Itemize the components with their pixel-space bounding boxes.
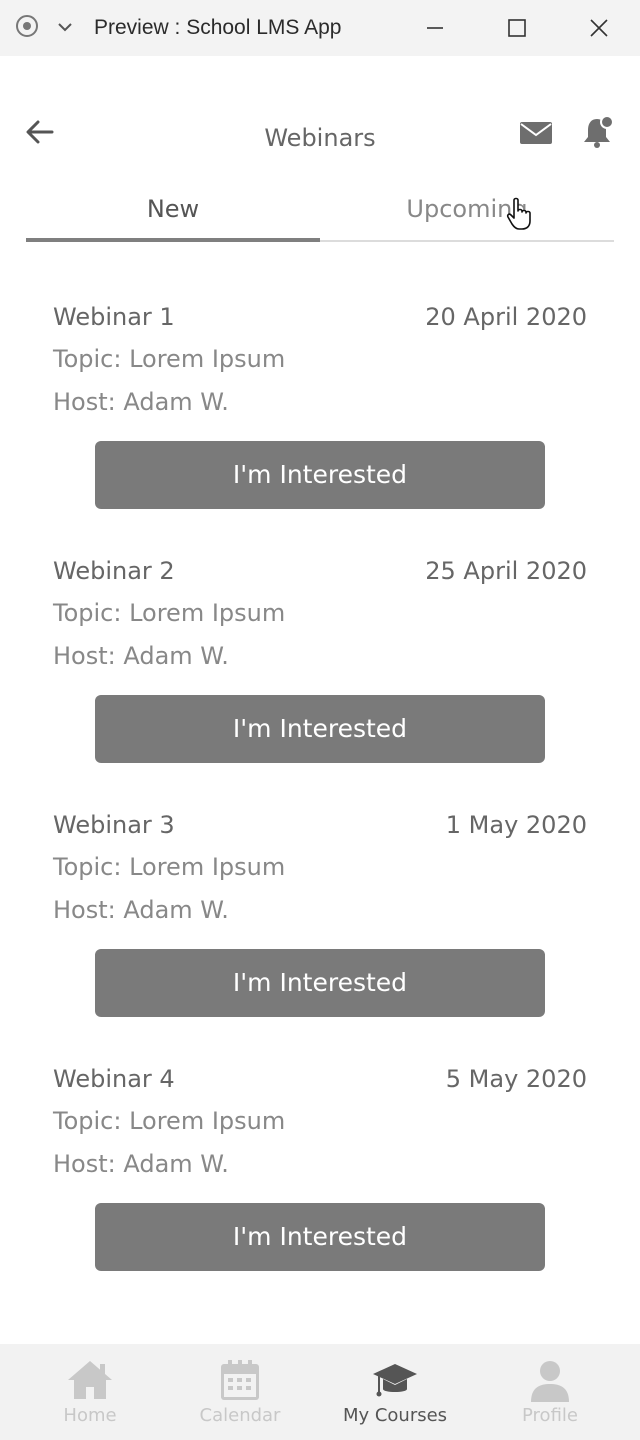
webinar-topic: Topic: Lorem Ipsum [53,345,286,373]
webinar-date: 20 April 2020 [425,303,587,331]
close-button[interactable] [583,12,615,44]
minimize-button[interactable] [419,12,451,44]
notification-bell-icon[interactable] [580,114,616,150]
webinar-date: 25 April 2020 [425,557,587,585]
interested-button[interactable]: I'm Interested [95,695,545,763]
record-icon[interactable] [16,15,38,37]
nav-label: Home [63,1405,117,1426]
tab-upcoming[interactable]: Upcoming [320,186,614,240]
mail-icon[interactable] [518,118,554,148]
home-icon [68,1361,112,1399]
nav-label: Calendar [199,1405,281,1426]
interested-button[interactable]: I'm Interested [95,441,545,509]
webinar-date: 5 May 2020 [445,1065,587,1093]
webinar-title: Webinar 4 [53,1065,175,1093]
app-header: Webinars [0,56,640,186]
webinar-topic: Topic: Lorem Ipsum [53,599,286,627]
interested-button[interactable]: I'm Interested [95,949,545,1017]
webinar-title: Webinar 2 [53,557,175,585]
nav-item-my-courses[interactable]: My Courses [320,1344,470,1440]
webinar-topic: Topic: Lorem Ipsum [53,1107,286,1135]
webinar-card: Webinar 3 1 May 2020 Topic: Lorem Ipsum … [0,811,640,1065]
webinar-title: Webinar 1 [53,303,175,331]
interested-button[interactable]: I'm Interested [95,1203,545,1271]
webinar-card: Webinar 4 5 May 2020 Topic: Lorem Ipsum … [0,1065,640,1319]
webinar-date: 1 May 2020 [445,811,587,839]
window-title: Preview : School LMS App [94,16,342,39]
webinar-host: Host: Adam W. [53,896,229,924]
graduation-cap-icon [373,1364,417,1397]
nav-item-home[interactable]: Home [15,1344,165,1440]
webinar-host: Host: Adam W. [53,388,229,416]
webinar-card: Webinar 2 25 April 2020 Topic: Lorem Ips… [0,557,640,811]
nav-label: My Courses [342,1405,448,1426]
nav-item-profile[interactable]: Profile [475,1344,625,1440]
nav-label: Profile [522,1405,578,1426]
user-icon [531,1361,569,1402]
webinar-topic: Topic: Lorem Ipsum [53,853,286,881]
window-titlebar: Preview : School LMS App [0,0,640,56]
webinar-host: Host: Adam W. [53,1150,229,1178]
tab-new[interactable]: New [26,186,320,242]
webinar-card: Webinar 1 20 April 2020 Topic: Lorem Ips… [0,303,640,557]
chevron-down-icon[interactable] [56,18,74,36]
maximize-button[interactable] [501,12,533,44]
bottom-navigation: Home Calendar My Courses Profile [0,1344,640,1440]
hand-cursor-icon [506,197,531,230]
calendar-icon [221,1360,259,1400]
nav-item-calendar[interactable]: Calendar [165,1344,315,1440]
webinar-host: Host: Adam W. [53,642,229,670]
webinar-title: Webinar 3 [53,811,175,839]
